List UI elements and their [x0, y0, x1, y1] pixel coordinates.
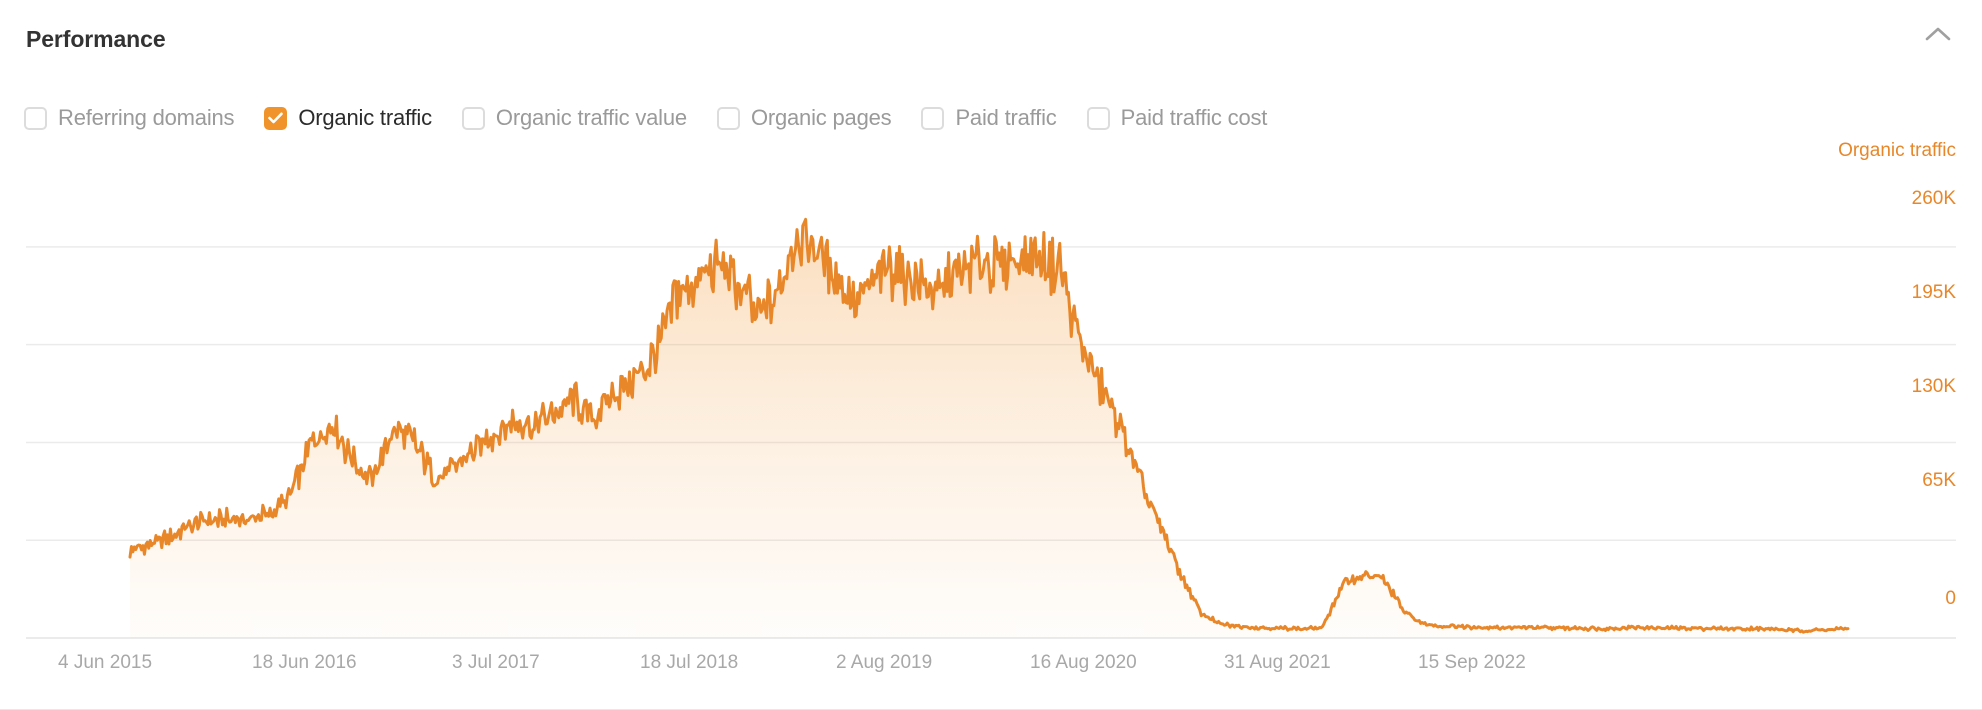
x-axis-tick-2: 3 Jul 2017 [452, 652, 540, 673]
metric-label: Organic pages [750, 105, 892, 130]
checkbox-organic-traffic-value[interactable] [461, 106, 485, 130]
checkbox-referring-domains[interactable] [24, 106, 47, 130]
page-title: Performance [26, 26, 166, 52]
x-axis-tick-5: 16 Aug 2020 [1030, 652, 1137, 673]
chevron-up-icon [1925, 26, 1951, 42]
metric-toggle-group: Referring domains Organic traffic Organi… [24, 96, 1267, 140]
metric-label: Referring domains [58, 105, 235, 130]
x-axis-tick-7: 15 Sep 2022 [1418, 652, 1526, 673]
collapse-panel-button[interactable] [1912, 12, 1964, 56]
checkbox-paid-traffic[interactable] [921, 106, 945, 130]
check-icon [266, 109, 285, 128]
metric-toggle-organic-pages[interactable]: Organic pages [716, 105, 892, 131]
x-axis-tick-3: 18 Jul 2018 [640, 652, 739, 673]
y-axis-tick-260k: 260K [1911, 188, 1956, 209]
checkbox-organic-pages[interactable] [716, 106, 740, 130]
metric-label: Paid traffic [955, 105, 1057, 130]
x-axis-tick-6: 31 Aug 2021 [1224, 652, 1331, 673]
metric-label: Organic traffic value [495, 105, 687, 130]
metric-toggle-paid-traffic[interactable]: Paid traffic [921, 105, 1057, 131]
metric-label: Organic traffic [298, 105, 432, 130]
y-axis-tick-65k: 65K [1922, 470, 1956, 491]
metric-toggle-organic-traffic[interactable]: Organic traffic [264, 105, 432, 131]
checkbox-paid-traffic-cost[interactable] [1086, 106, 1110, 130]
y-axis-tick-195k: 195K [1911, 282, 1956, 303]
performance-panel: Performance Referring domains Organic tr… [0, 0, 1982, 710]
panel-header: Performance [0, 0, 1982, 62]
x-axis-tick-1: 18 Jun 2016 [252, 652, 357, 673]
chart-plot-svg [26, 217, 1956, 639]
x-axis-tick-0: 4 Jun 2015 [58, 652, 153, 673]
metric-label: Paid traffic cost [1120, 105, 1268, 130]
x-axis-tick-4: 2 Aug 2019 [836, 652, 933, 673]
metric-toggle-organic-traffic-value[interactable]: Organic traffic value [461, 105, 687, 131]
metric-toggle-referring-domains[interactable]: Referring domains [24, 105, 235, 131]
checkbox-organic-traffic[interactable] [264, 106, 288, 130]
metric-toggle-paid-traffic-cost[interactable]: Paid traffic cost [1086, 105, 1268, 131]
y-axis-tick-130k: 130K [1911, 376, 1956, 397]
y-axis-tick-0: 0 [1945, 588, 1956, 609]
performance-chart[interactable]: Organic traffic 260K 195K 130K 65K 0 4 J… [0, 140, 1982, 700]
